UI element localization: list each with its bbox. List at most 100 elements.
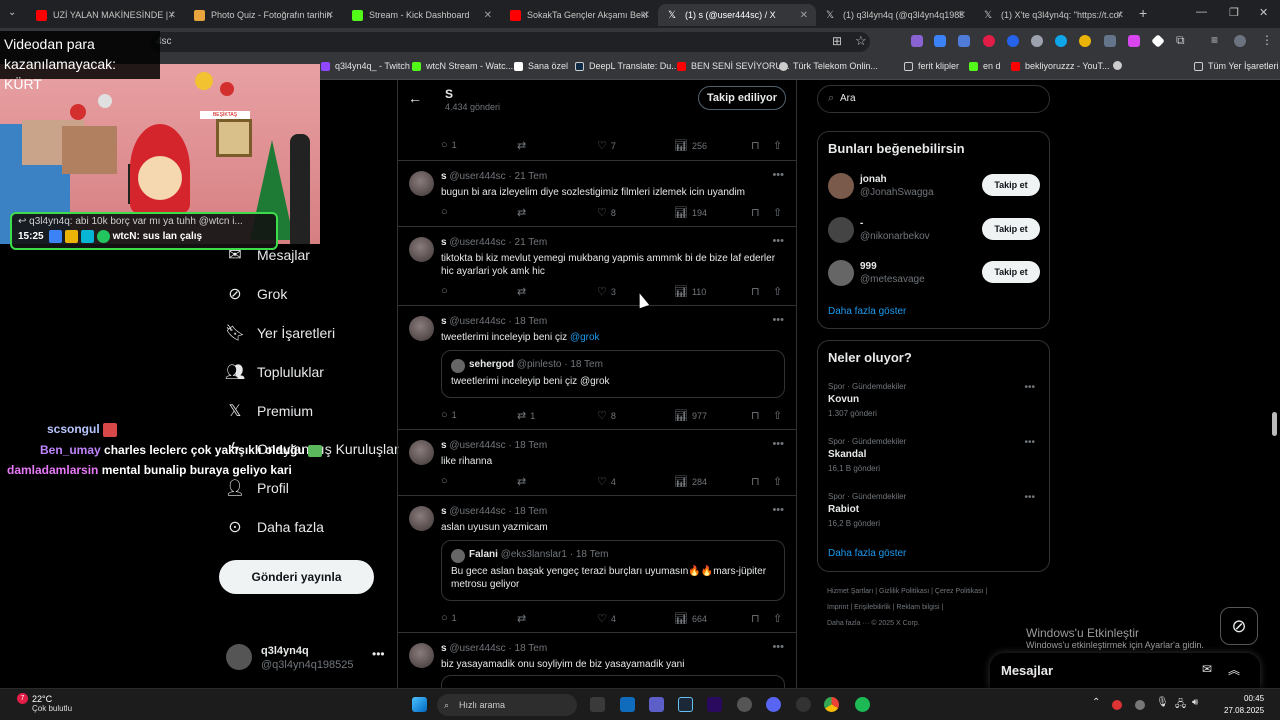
nav-more[interactable]: ⊙ Daha fazla [226, 514, 324, 540]
bookmark-button[interactable]: ⊓ [751, 409, 764, 422]
bookmark-deepl[interactable]: DeepL Translate: Du... [575, 61, 679, 71]
footer-link[interactable]: Çerez Politikası [935, 588, 984, 595]
more-dots-icon[interactable]: ••• [772, 504, 784, 516]
extension-icon[interactable] [1055, 35, 1067, 47]
nav-communities[interactable]: 👥︎ Topluluklar [225, 359, 324, 385]
share-button[interactable]: ⇧ [773, 612, 786, 625]
tray-chevron-icon[interactable]: ⌃ [1092, 697, 1100, 708]
tab-search-icon[interactable]: ⌄ [8, 7, 16, 18]
windows-start-icon[interactable] [412, 697, 427, 712]
extension-icon[interactable] [911, 35, 923, 47]
avatar[interactable] [409, 237, 434, 262]
back-arrow-icon[interactable]: ← [408, 90, 422, 106]
tweet[interactable]: s @user444sc · 18 Tem ••• tweetlerimi in… [398, 306, 796, 430]
bookmark-star-icon[interactable]: ☆ [855, 33, 867, 49]
follow-suggestion[interactable]: 999 @metesavage Takip et [828, 259, 1040, 289]
views-button[interactable]: 📊︎ 977 [674, 409, 707, 422]
tweet[interactable]: s @user444sc · 18 Tem ••• like rihanna ○… [398, 430, 796, 496]
reply-button[interactable]: ○ [441, 285, 452, 297]
network-icon[interactable]: 🖧︎ [1175, 697, 1186, 714]
avatar[interactable] [409, 643, 434, 668]
search-input[interactable]: ⌕ Ara [817, 85, 1050, 113]
reply-button[interactable]: ○ 1 [441, 409, 457, 421]
tray-app-icon[interactable] [1135, 700, 1145, 710]
repost-button[interactable]: ⇄ [517, 612, 530, 625]
quoted-tweet[interactable] [441, 675, 785, 688]
follow-button[interactable]: Takip et [982, 261, 1040, 283]
footer-link[interactable]: Reklam bilgisi [896, 604, 939, 611]
bookmark-twitch[interactable]: q3l4yn4q_ - Twitch [321, 61, 410, 71]
extension-icon[interactable] [1104, 35, 1116, 47]
close-tab-icon[interactable]: ✕ [958, 10, 966, 21]
share-button[interactable]: ⇧ [773, 475, 786, 488]
chrome-icon[interactable] [824, 697, 839, 712]
views-button[interactable]: 📊︎ 664 [674, 612, 707, 625]
bookmark-button[interactable]: ⊓ [751, 139, 764, 152]
like-button[interactable]: ♡ 3 [597, 285, 616, 298]
share-button[interactable]: ⇧ [773, 409, 786, 422]
footer-link[interactable]: Erişilebilirlik [854, 604, 891, 611]
bookmark-bekliyoruzzz[interactable]: bekliyoruzzz - YouT... [1011, 61, 1110, 71]
extension-icon[interactable] [934, 35, 946, 47]
like-button[interactable]: ♡ 4 [597, 612, 616, 625]
mention-link[interactable]: @grok [570, 332, 600, 343]
extensions-puzzle-icon[interactable]: ⧉ [1176, 33, 1185, 48]
browser-tab-3[interactable]: Stream - Kick Dashboard ✕ [342, 4, 500, 26]
views-button[interactable]: 📊︎ 256 [674, 139, 707, 152]
microphone-icon[interactable]: 🎙︎ [1156, 697, 1169, 708]
teams-icon[interactable] [649, 697, 664, 712]
reply-button[interactable]: ○ [441, 475, 452, 487]
reply-button[interactable]: ○ 1 [441, 612, 457, 624]
outlook-icon[interactable] [620, 697, 635, 712]
reply-button[interactable]: ○ [441, 206, 452, 218]
views-button[interactable]: 📊︎ 194 [674, 206, 707, 219]
new-message-icon[interactable]: ✉ [1202, 662, 1212, 676]
share-button[interactable]: ⇧ [773, 206, 786, 219]
trend-item[interactable]: Spor · Gündemdekiler Kovun 1.307 gönderi… [828, 382, 1040, 422]
extension-icon[interactable] [1007, 35, 1019, 47]
footer-link[interactable]: Imprint [827, 604, 848, 611]
repost-button[interactable]: ⇄ [517, 206, 530, 219]
browser-tab-6[interactable]: 𝕏 (1) q3l4yn4q (@q3l4yn4q19852 ✕ [816, 4, 974, 26]
discord-icon[interactable] [766, 697, 781, 712]
bookmark-button[interactable]: ⊓ [751, 612, 764, 625]
more-dots-icon[interactable]: ••• [772, 314, 784, 326]
avatar[interactable] [409, 171, 434, 196]
close-tab-icon[interactable]: ✕ [326, 10, 334, 21]
tweet[interactable]: s @user444sc · 18 Tem ••• biz yasayamadi… [398, 633, 796, 688]
nav-profile[interactable]: 👤︎ Profil [225, 475, 289, 501]
more-dots-icon[interactable]: ••• [1024, 492, 1035, 503]
spotify-icon[interactable] [855, 697, 870, 712]
views-button[interactable]: 📊︎ 110 [674, 285, 706, 298]
bookmark-button[interactable]: ⊓ [751, 206, 764, 219]
app-icon[interactable] [796, 697, 811, 712]
like-button[interactable]: ♡ 7 [597, 139, 616, 152]
nav-bookmarks[interactable]: 🔖︎ Yer İşaretleri [225, 320, 335, 346]
bookmark-sana-ozel[interactable]: Sana özel [514, 61, 568, 71]
extension-icon[interactable] [1079, 35, 1091, 47]
like-button[interactable]: ♡ 8 [597, 409, 616, 422]
follow-suggestion[interactable]: - @nikonarbekov Takip et [828, 216, 1040, 246]
nav-grok[interactable]: ⊘ Grok [226, 281, 287, 307]
browser-tab-2[interactable]: Photo Quiz - Fotoğrafın tarihin ✕ [184, 4, 342, 26]
bookmark-youtube[interactable]: BEN SENİ SEVİYORU... [677, 61, 790, 71]
like-button[interactable]: ♡ 4 [597, 475, 616, 488]
more-dots-icon[interactable]: ••• [1024, 437, 1035, 448]
more-dots-icon[interactable]: ••• [772, 235, 784, 247]
bookmark-button[interactable]: ⊓ [751, 475, 764, 488]
extension-icon[interactable] [983, 35, 995, 47]
repost-button[interactable]: ⇄ 1 [517, 409, 535, 422]
new-tab-button[interactable]: + [1139, 5, 1147, 21]
install-app-icon[interactable]: ⊞ [832, 34, 842, 48]
all-bookmarks[interactable]: Tüm Yer İşaretleri [1194, 61, 1279, 71]
trends-show-more-link[interactable]: Daha fazla göster [828, 548, 906, 559]
follow-button[interactable]: Takip et [982, 174, 1040, 196]
messages-drawer[interactable]: Mesajlar ✉ ︽ [990, 653, 1260, 688]
avatar[interactable] [409, 506, 434, 531]
more-dots-icon[interactable]: ••• [1024, 382, 1035, 393]
following-button[interactable]: Takip ediliyor [698, 86, 786, 110]
close-tab-icon[interactable]: ✕ [168, 10, 176, 21]
reading-list-icon[interactable]: ≡ [1211, 33, 1218, 47]
grok-floating-button[interactable]: ⊘ [1220, 607, 1258, 645]
browser-tab-1[interactable]: UZİ YALAN MAKİNESİNDE | #P ✕ [26, 4, 184, 26]
